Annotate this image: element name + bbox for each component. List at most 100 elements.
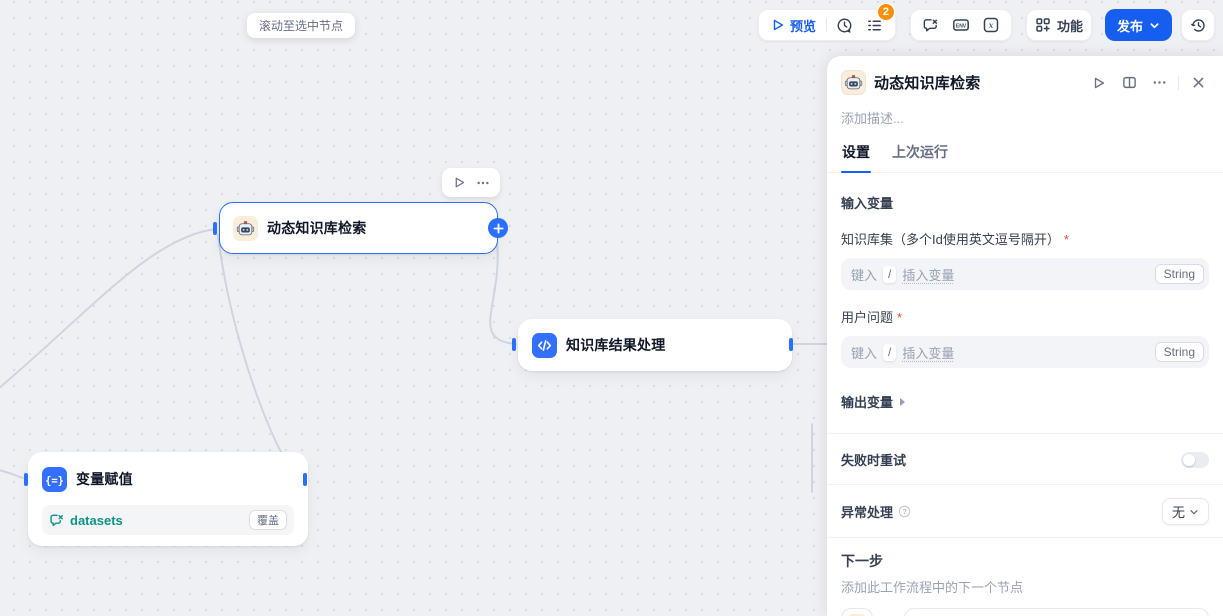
node-variable-assigner[interactable]: {=} 变量赋值 datasets 覆盖	[28, 452, 308, 546]
field-label-user-question: 用户问题*	[841, 307, 1209, 326]
node-dynamic-knowledge-retrieval[interactable]: 动态知识库检索	[219, 202, 498, 254]
svg-text:?: ?	[902, 507, 906, 516]
panel-header: 动态知识库检索	[841, 70, 1209, 95]
retry-row: 失败时重试	[841, 450, 1209, 469]
split-view-button[interactable]	[1118, 72, 1140, 94]
knowledge-ids-input[interactable]: 键入 / 插入变量 String	[841, 258, 1209, 290]
code-icon	[532, 333, 557, 358]
panel-title: 动态知识库检索	[874, 72, 1080, 93]
node-config-panel: 动态知识库检索 添加描述... 设置 上次运行 输入变量 知识库集（多个Id使用…	[827, 56, 1223, 616]
preview-button[interactable]: 预览	[767, 16, 820, 35]
chat-variables-button[interactable]: x	[979, 13, 1003, 37]
error-handling-label: 异常处理	[841, 502, 893, 521]
connection-handle[interactable]	[24, 473, 28, 486]
panel-tabs: 设置 上次运行	[827, 142, 1223, 173]
history-icon	[1190, 17, 1207, 34]
checklist-badge: 2	[877, 3, 895, 21]
conversation-variable-icon	[49, 513, 64, 528]
node-mini-toolbar	[442, 168, 500, 197]
user-question-input[interactable]: 键入 / 插入变量 String	[841, 336, 1209, 368]
ellipsis-icon	[1152, 75, 1167, 90]
top-toolbar: 预览 2 ENV	[758, 9, 1215, 41]
next-node-card[interactable]	[904, 608, 1209, 616]
divider	[827, 537, 1223, 538]
type-badge: String	[1155, 342, 1204, 362]
slash-key-chip: /	[883, 266, 896, 283]
close-icon	[1192, 76, 1205, 89]
run-group: 预览 2	[758, 9, 896, 41]
svg-text:x: x	[989, 21, 994, 31]
play-icon	[1092, 76, 1106, 90]
retry-toggle[interactable]	[1181, 452, 1209, 468]
robot-icon	[233, 216, 258, 241]
node-title: 知识库结果处理	[566, 335, 665, 355]
panel-run-button[interactable]	[1088, 72, 1110, 94]
comment-x-icon	[922, 17, 939, 34]
next-step-row	[841, 608, 1209, 616]
error-handling-row: 异常处理 ? 无	[841, 498, 1209, 525]
divider	[827, 433, 1223, 434]
tooltip-scroll-to-node: 滚动至选中节点	[247, 13, 355, 38]
features-icon	[1035, 17, 1051, 33]
assigned-variable-row[interactable]: datasets 覆盖	[42, 505, 294, 535]
current-node-icon-box	[841, 608, 873, 616]
chevron-down-icon	[1149, 20, 1160, 31]
annotation-button[interactable]	[919, 13, 943, 37]
divider	[826, 18, 827, 32]
field-label-knowledge-ids: 知识库集（多个Id使用英文逗号隔开）*	[841, 229, 1209, 248]
type-badge: String	[1155, 264, 1204, 284]
edge	[0, 469, 23, 478]
connection-handle[interactable]	[303, 473, 307, 486]
retry-label: 失败时重试	[841, 450, 906, 469]
slash-key-chip: /	[883, 344, 896, 361]
variable-x-icon: x	[982, 16, 1000, 34]
version-history-button[interactable]	[1186, 13, 1210, 37]
features-group: 功能	[1026, 9, 1092, 41]
tab-last-run[interactable]: 上次运行	[891, 142, 949, 172]
overwrite-badge: 覆盖	[249, 510, 287, 530]
output-variables-toggle[interactable]: 输出变量	[841, 392, 1209, 411]
plus-icon	[493, 223, 504, 234]
run-history-button[interactable]	[833, 13, 857, 37]
node-title: 动态知识库检索	[267, 218, 366, 238]
edge	[0, 229, 216, 394]
checklist-button[interactable]: 2	[863, 13, 887, 37]
history-group	[1181, 9, 1215, 41]
tab-settings[interactable]: 设置	[841, 142, 871, 172]
play-icon	[771, 18, 785, 32]
edge	[218, 235, 303, 479]
node-more-button[interactable]	[473, 173, 493, 193]
connection-handle[interactable]	[789, 338, 793, 351]
edge	[490, 242, 516, 344]
panel-more-button[interactable]	[1148, 72, 1170, 94]
ellipsis-icon	[476, 176, 490, 190]
connection-handle[interactable]	[213, 222, 217, 235]
svg-text:ENV: ENV	[956, 23, 967, 29]
variable-name: datasets	[70, 513, 123, 528]
features-button[interactable]: 功能	[1035, 16, 1083, 35]
insert-variable-link[interactable]: 插入变量	[902, 343, 954, 362]
panel-close-button[interactable]	[1187, 72, 1209, 94]
env-icon: ENV	[952, 16, 970, 34]
connection-handle[interactable]	[512, 338, 516, 351]
divider	[827, 484, 1223, 485]
next-step-description: 添加此工作流程中的下一个节点	[841, 577, 1209, 596]
description-placeholder[interactable]: 添加描述...	[841, 108, 1209, 127]
assigner-icon: {=}	[42, 467, 67, 492]
env-variables-button[interactable]: ENV	[949, 13, 973, 37]
add-next-node-button[interactable]	[488, 218, 508, 238]
required-asterisk: *	[1064, 232, 1069, 247]
required-asterisk: *	[897, 310, 902, 325]
error-handling-select[interactable]: 无	[1162, 498, 1209, 525]
input-variables-title: 输入变量	[841, 193, 1209, 212]
next-step-title: 下一步	[841, 551, 1209, 571]
robot-icon	[841, 70, 866, 95]
node-play-button[interactable]	[449, 173, 469, 193]
divider	[1178, 76, 1179, 90]
variables-group: ENV x	[910, 9, 1012, 41]
collapse-arrow-icon	[900, 398, 905, 406]
insert-variable-link[interactable]: 插入变量	[902, 265, 954, 284]
publish-button[interactable]: 发布	[1105, 9, 1172, 41]
clock-icon	[836, 17, 853, 34]
node-knowledge-result-processor[interactable]: 知识库结果处理	[518, 319, 792, 371]
